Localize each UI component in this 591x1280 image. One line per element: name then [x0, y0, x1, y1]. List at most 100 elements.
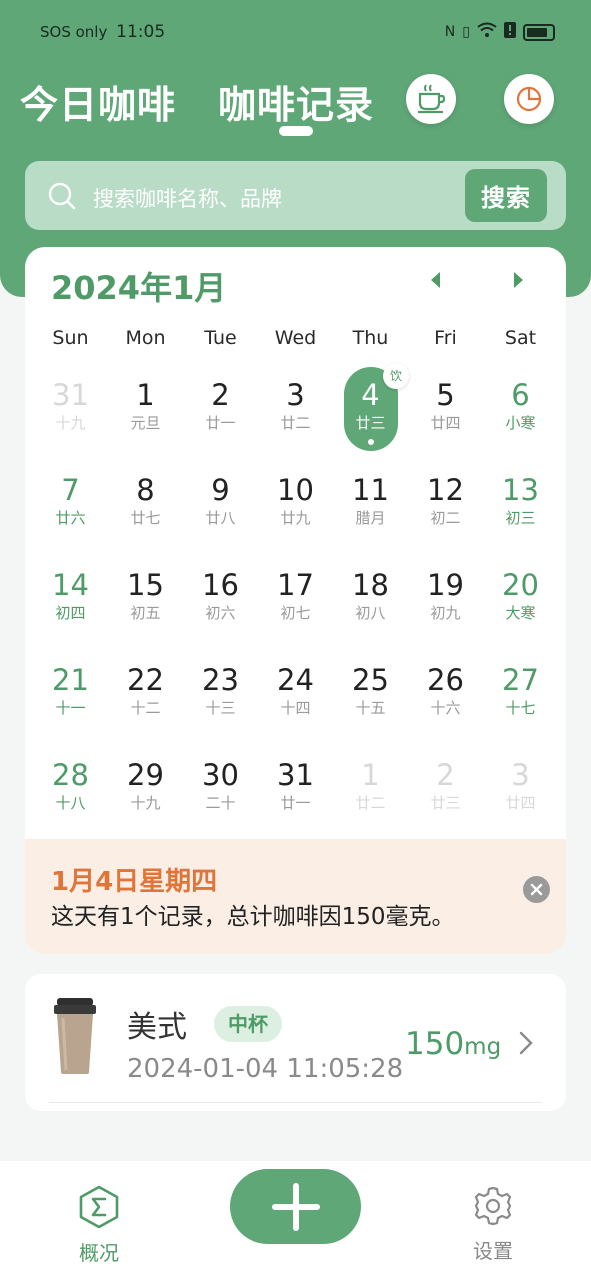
calendar-day[interactable]: 11 腊月	[333, 462, 408, 550]
coffee-takeaway-icon	[54, 998, 96, 1074]
close-summary-button[interactable]	[523, 876, 550, 903]
lunar-date: 十六	[430, 699, 461, 717]
calendar-day[interactable]: 2 廿三	[408, 747, 483, 835]
lunar-date: 元旦	[130, 414, 161, 432]
calendar-day[interactable]: 21 十一	[33, 652, 108, 740]
day-number: 16	[202, 568, 239, 602]
add-record-button[interactable]	[230, 1169, 361, 1244]
search-icon	[48, 182, 76, 210]
calendar-day[interactable]: 26 十六	[408, 652, 483, 740]
alert-icon	[504, 22, 516, 42]
calendar-day[interactable]: 12 初二	[408, 462, 483, 550]
next-month-icon[interactable]	[507, 269, 529, 291]
clock-text: 11:05	[116, 22, 166, 42]
tab-active-indicator	[279, 126, 313, 136]
lunar-date: 大寒	[505, 604, 536, 622]
day-number: 10	[277, 473, 314, 507]
nav-overview[interactable]: 概况	[68, 1185, 130, 1266]
search-input[interactable]: 搜索咖啡名称、品牌	[93, 183, 282, 213]
day-summary: 1月4日星期四 这天有1个记录，总计咖啡因150毫克。	[25, 839, 566, 954]
lunar-date: 腊月	[355, 509, 386, 527]
day-number: 30	[202, 758, 239, 792]
day-number: 28	[52, 758, 89, 792]
day-number: 18	[352, 568, 389, 602]
day-number: 22	[127, 663, 164, 697]
lunar-date: 廿四	[430, 414, 461, 432]
calendar-day[interactable]: 29 十九	[108, 747, 183, 835]
statistics-button[interactable]	[504, 74, 554, 124]
weekday-label: Tue	[204, 327, 237, 349]
calendar-day[interactable]: 7 廿六	[33, 462, 108, 550]
record-dot	[368, 439, 374, 445]
day-number: 31	[277, 758, 314, 792]
coffee-cup-button[interactable]	[406, 74, 456, 124]
lunar-date: 初五	[130, 604, 161, 622]
calendar-day[interactable]: 10 廿九	[258, 462, 333, 550]
drink-badge: 饮	[383, 363, 409, 389]
day-number: 26	[427, 663, 464, 697]
plus-icon	[271, 1182, 320, 1231]
day-number: 2	[211, 378, 230, 412]
calendar-day[interactable]: 28 十八	[33, 747, 108, 835]
calendar-day[interactable]: 20 大寒	[483, 557, 558, 645]
calendar-day[interactable]: 5 廿四	[408, 367, 483, 455]
day-number: 17	[277, 568, 314, 602]
calendar-day[interactable]: 25 十五	[333, 652, 408, 740]
wifi-icon	[477, 22, 497, 42]
calendar-day[interactable]: 15 初五	[108, 557, 183, 645]
calendar-day[interactable]: 1 廿二	[333, 747, 408, 835]
lunar-date: 初二	[430, 509, 461, 527]
record-timestamp: 2024-01-04 11:05:28	[127, 1054, 404, 1084]
tab-today-coffee[interactable]: 今日咖啡	[20, 74, 176, 129]
coffee-cup-icon	[418, 84, 446, 114]
lunar-date: 十七	[505, 699, 536, 717]
calendar-day[interactable]: 22 十二	[108, 652, 183, 740]
calendar-day[interactable]: 8 廿七	[108, 462, 183, 550]
gear-icon	[474, 1186, 512, 1226]
day-number: 2	[436, 758, 455, 792]
prev-month-icon[interactable]	[425, 269, 447, 291]
calendar-day[interactable]: 30 二十	[183, 747, 258, 835]
close-icon	[530, 883, 543, 896]
weekday-label: Mon	[125, 327, 166, 349]
lunar-date: 十九	[55, 414, 86, 432]
nav-settings-label: 设置	[473, 1239, 513, 1263]
day-number: 29	[127, 758, 164, 792]
nav-settings[interactable]: 设置	[462, 1185, 524, 1264]
lunar-date: 十三	[205, 699, 236, 717]
day-number: 21	[52, 663, 89, 697]
chevron-right-icon	[519, 1031, 533, 1055]
lunar-date: 廿八	[205, 509, 236, 527]
nfc-icon: N	[444, 24, 456, 40]
calendar-day[interactable]: 19 初九	[408, 557, 483, 645]
calendar-day[interactable]: 1 元旦	[108, 367, 183, 455]
calendar-day[interactable]: 18 初八	[333, 557, 408, 645]
search-bar[interactable]: 搜索咖啡名称、品牌 搜索	[25, 161, 566, 230]
calendar-day[interactable]: 27 十七	[483, 652, 558, 740]
calendar-day[interactable]: 9 廿八	[183, 462, 258, 550]
calendar-day[interactable]: 2 廿一	[183, 367, 258, 455]
calendar-day[interactable]: 3 廿二	[258, 367, 333, 455]
weekday-label: Wed	[274, 327, 317, 349]
calendar-day[interactable]: 13 初三	[483, 462, 558, 550]
bottom-navigation: 概况 设置	[0, 1161, 591, 1280]
calendar-day-selected[interactable]: 4 廿三饮	[333, 363, 409, 455]
calendar-day[interactable]: 6 小寒	[483, 367, 558, 455]
calendar-day[interactable]: 31 廿一	[258, 747, 333, 835]
day-number: 7	[61, 473, 80, 507]
tab-coffee-records[interactable]: 咖啡记录	[218, 74, 374, 129]
calendar-day[interactable]: 17 初七	[258, 557, 333, 645]
lunar-date: 初九	[430, 604, 461, 622]
record-list-item[interactable]: 美式 中杯 2024-01-04 11:05:28 150mg	[25, 974, 566, 1111]
sigma-hexagon-icon	[79, 1185, 119, 1229]
calendar-day[interactable]: 3 廿四	[483, 747, 558, 835]
lunar-date: 廿四	[505, 794, 536, 812]
calendar-day[interactable]: 31 十九	[33, 367, 108, 455]
calendar-day[interactable]: 24 十四	[258, 652, 333, 740]
day-number: 20	[502, 568, 539, 602]
day-number: 14	[52, 568, 89, 602]
calendar-day[interactable]: 14 初四	[33, 557, 108, 645]
calendar-day[interactable]: 16 初六	[183, 557, 258, 645]
calendar-day[interactable]: 23 十三	[183, 652, 258, 740]
search-button[interactable]: 搜索	[465, 169, 547, 222]
